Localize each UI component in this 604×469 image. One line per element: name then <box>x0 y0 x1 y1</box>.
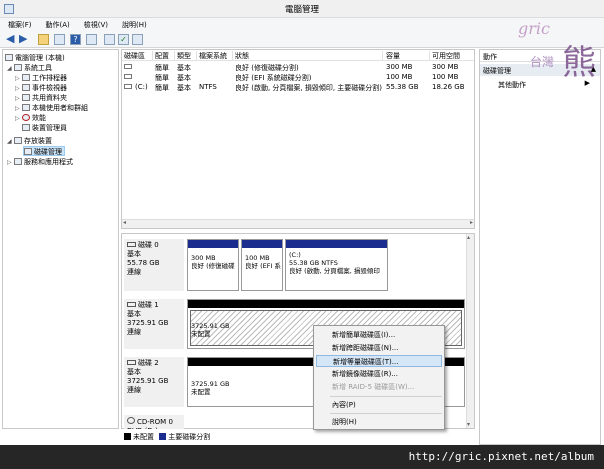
menu-separator <box>330 413 442 414</box>
disk-2-label[interactable]: 磁碟 2 基本 3725.91 GB 連線 <box>124 357 184 407</box>
menu-action[interactable]: 動作(A) <box>38 18 76 30</box>
vertical-scrollbar[interactable]: ▴ ▾ <box>466 234 474 428</box>
settings-icon[interactable] <box>132 34 143 45</box>
menu-properties[interactable]: 內容(P) <box>316 399 442 411</box>
performance-icon <box>22 114 30 121</box>
watermark-logo: gric 台灣 熊 <box>510 16 604 83</box>
legend-unallocated-swatch <box>124 433 131 440</box>
tree-item-performance[interactable]: ▷ 效能 <box>15 113 46 123</box>
tree-item-event-viewer[interactable]: ▷ 事件檢視器 <box>15 83 67 93</box>
column-type[interactable]: 類型 <box>177 51 197 61</box>
menu-new-raid5-volume: 新增 RAID-5 磁碟區(W)... <box>332 383 415 391</box>
bear-logo-icon: gric 台灣 熊 <box>518 19 596 83</box>
table-row[interactable]: 簡單 基本 良好 (EFI 系統磁碟分割) 100 MB 100 MB <box>122 72 474 82</box>
drive-icon <box>124 74 132 79</box>
computer-icon <box>5 54 13 61</box>
window-title: 電腦管理 <box>284 5 319 15</box>
scroll-right-icon[interactable]: ▸ <box>470 219 473 226</box>
watermark-url: http://gric.pixnet.net/album <box>408 450 594 463</box>
menu-view[interactable]: 檢視(V) <box>76 18 114 30</box>
legend-primary-swatch <box>159 433 167 440</box>
forward-icon[interactable]: ▶ <box>19 32 30 45</box>
table-row[interactable]: (C:) 簡單 基本 NTFS 良好 (啟動, 分頁檔案, 損毀傾印, 主要磁碟… <box>122 82 474 92</box>
cdrom-icon <box>127 417 135 424</box>
svg-text:熊: 熊 <box>562 43 596 80</box>
scroll-left-icon[interactable]: ◂ <box>123 219 126 226</box>
menu-help[interactable]: 說明(H) <box>114 18 153 30</box>
tree-item-system-tools[interactable]: ◢ 系統工具 <box>7 63 52 73</box>
column-volume[interactable]: 磁碟區 <box>124 51 153 61</box>
tree-item-task-scheduler[interactable]: ▷ 工作排程器 <box>15 73 67 83</box>
event-viewer-icon <box>22 84 30 91</box>
column-capacity[interactable]: 容量 <box>386 51 430 61</box>
menu-new-mirrored-volume[interactable]: 新增鏡像磁碟區(R)... <box>316 368 442 380</box>
check-icon[interactable]: ✓ <box>118 34 129 45</box>
disk-icon <box>127 242 136 247</box>
tree-item-storage[interactable]: ◢ 存放裝置 <box>7 136 52 146</box>
disk-icon <box>127 360 136 365</box>
scheduler-icon <box>22 74 30 81</box>
horizontal-scrollbar[interactable]: ◂ ▸ <box>122 219 474 228</box>
disk-icon <box>127 302 136 307</box>
tree-item-disk-management[interactable]: 磁碟管理 <box>23 146 65 156</box>
users-icon <box>22 104 30 111</box>
submenu-arrow-icon: ▶ <box>584 79 590 87</box>
menu-file[interactable]: 檔案(F) <box>0 18 38 30</box>
context-menu: 新增簡單磁碟區(I)... 新增跨距磁碟區(N)... 新增等量磁碟區(T)..… <box>313 325 445 430</box>
actions-pane: 動作 磁碟管理 ▲ 其他動作 ▶ <box>479 49 601 445</box>
partition-c-drive[interactable]: (C:) 55.38 GB NTFS 良好 (啟動, 分頁檔案, 損毀傾印 <box>285 239 388 291</box>
properties-icon[interactable] <box>86 34 97 45</box>
help-icon[interactable]: ? <box>70 34 81 45</box>
scroll-up-icon[interactable]: ▴ <box>467 234 470 241</box>
menu-help[interactable]: 說明(H) <box>316 416 442 428</box>
back-icon[interactable]: ◀ <box>6 32 17 45</box>
collapse-icon[interactable]: ▷ <box>7 158 14 168</box>
disk-1-label[interactable]: 磁碟 1 基本 3725.91 GB 連線 <box>124 299 184 349</box>
refresh-icon[interactable] <box>104 34 115 45</box>
shared-folder-icon <box>22 94 30 101</box>
volume-list: 磁碟區 配置 類型 檔案系統 狀態 容量 可用空間 簡單 基本 良好 (修復磁碟… <box>121 49 475 229</box>
column-status[interactable]: 狀態 <box>235 51 383 61</box>
menu-separator <box>330 396 442 397</box>
volume-list-header: 磁碟區 配置 類型 檔案系統 狀態 容量 可用空間 <box>122 50 474 61</box>
expand-icon[interactable]: ◢ <box>7 64 14 74</box>
disk-0-label[interactable]: 磁碟 0 基本 55.78 GB 連線 <box>124 239 184 291</box>
disk-management-icon <box>24 148 32 155</box>
device-manager-icon <box>22 124 30 131</box>
column-free-space[interactable]: 可用空間 <box>432 51 476 61</box>
cdrom-0-label[interactable]: CD-ROM 0 DVD (D:) <box>124 415 184 429</box>
table-row[interactable]: 簡單 基本 良好 (修復磁碟分割) 300 MB 300 MB <box>122 62 474 72</box>
tree-item-device-manager[interactable]: 裝置管理員 <box>15 123 67 133</box>
scroll-down-icon[interactable]: ▾ <box>467 421 470 428</box>
tree-item-computer-management[interactable]: 電腦管理 (本機) <box>5 53 65 63</box>
partition-efi[interactable]: 100 MB 良好 (EFI 系 <box>241 239 283 291</box>
up-folder-icon[interactable] <box>38 34 49 45</box>
services-icon <box>14 158 22 165</box>
tree-item-shared-folders[interactable]: ▷ 共用資料夾 <box>15 93 67 103</box>
tree-item-services-apps[interactable]: ▷ 服務和應用程式 <box>7 157 73 167</box>
menu-new-simple-volume[interactable]: 新增簡單磁碟區(I)... <box>316 329 442 341</box>
menu-new-spanned-volume[interactable]: 新增跨距磁碟區(N)... <box>316 342 442 354</box>
more-actions[interactable]: 其他動作 <box>498 80 526 90</box>
svg-text:gric: gric <box>518 19 550 38</box>
svg-text:台灣: 台灣 <box>530 54 554 69</box>
tree-item-local-users-groups[interactable]: ▷ 本機使用者和群組 <box>15 103 88 113</box>
column-file-system[interactable]: 檔案系統 <box>199 51 233 61</box>
expand-icon[interactable]: ◢ <box>7 137 14 147</box>
storage-icon <box>14 137 22 144</box>
menu-new-striped-volume[interactable]: 新增等量磁碟區(T)... <box>316 355 442 367</box>
drive-icon <box>124 84 132 89</box>
tools-icon <box>14 64 22 71</box>
partition-recovery[interactable]: 300 MB 良好 (修復磁碟 <box>187 239 239 291</box>
legend: 未配置 主要磁碟分割 <box>121 432 475 444</box>
drive-icon <box>124 64 132 69</box>
column-layout[interactable]: 配置 <box>155 51 175 61</box>
navigation-tree: 電腦管理 (本機) ◢ 系統工具 ▷ 工作排程器 ▷ 事件檢視器 ▷ 共用資料夾 ▷ 本機… <box>2 49 119 429</box>
show-tree-icon[interactable] <box>54 34 65 45</box>
watermark-footer: http://gric.pixnet.net/album <box>0 445 604 469</box>
